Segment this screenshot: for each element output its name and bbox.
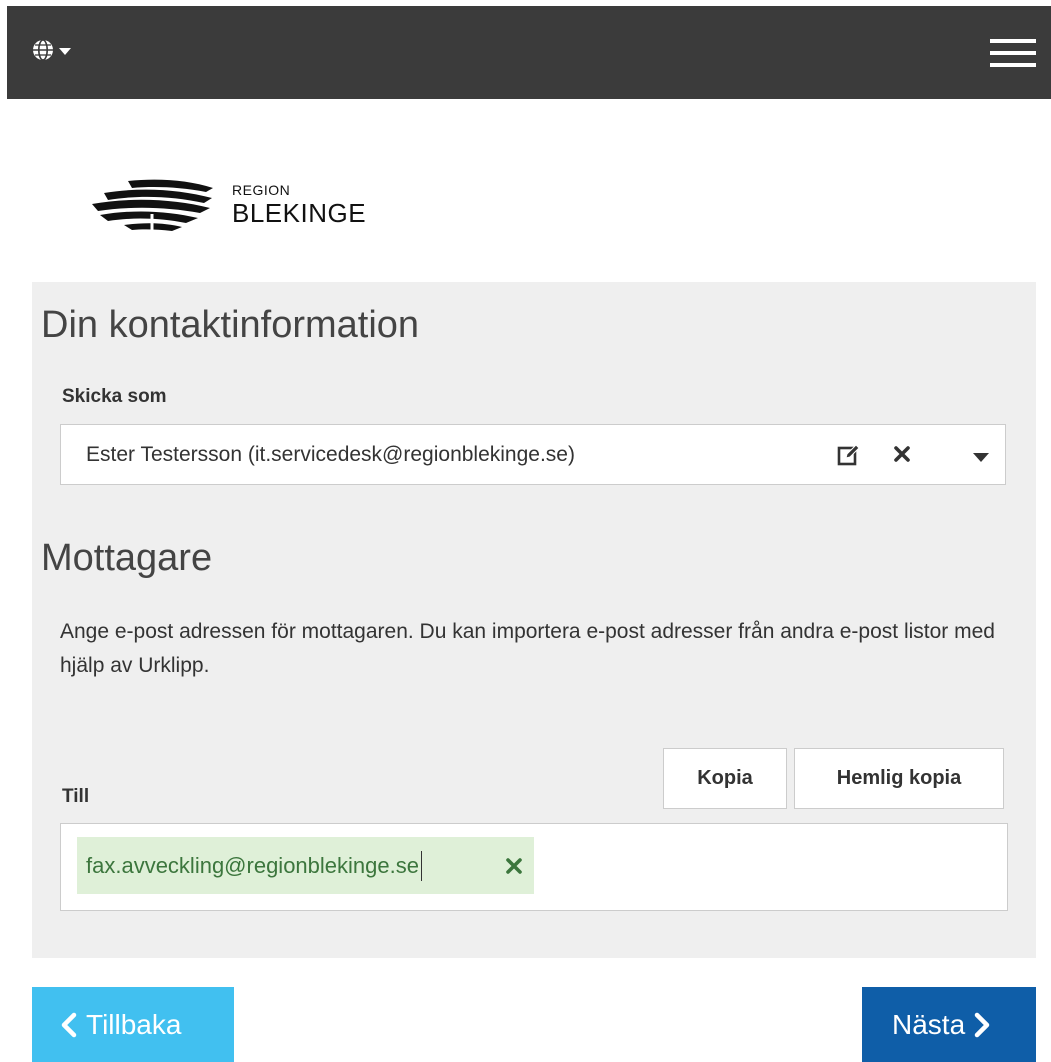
contact-heading: Din kontaktinformation [41,304,420,346]
cc-button[interactable]: Kopia [663,748,787,809]
back-button[interactable]: Tillbaka [32,987,234,1062]
recipients-heading: Mottagare [41,537,213,579]
logo-emblem-icon [92,179,213,234]
chevron-right-icon [973,1012,991,1038]
region-blekinge-logo: REGION BLEKINGE [88,178,388,238]
next-button[interactable]: Nästa [862,987,1036,1062]
caret-down-icon [58,43,72,61]
form-panel: Din kontaktinformation Skicka som Ester … [32,282,1036,958]
edit-icon[interactable] [837,443,861,472]
hamburger-menu-icon[interactable] [990,33,1036,73]
globe-icon [31,38,55,67]
recipient-chip[interactable]: fax.avveckling@regionblekinge.se [77,837,534,894]
caret-down-icon[interactable] [973,449,989,467]
logo-region-text: REGION [232,182,291,198]
bcc-button[interactable]: Hemlig kopia [794,748,1004,809]
to-label: Till [62,786,90,807]
remove-recipient-icon[interactable] [505,857,523,880]
send-as-select[interactable]: Ester Testersson (it.servicedesk@regionb… [60,424,1006,485]
logo-blekinge-text: BLEKINGE [232,198,367,228]
send-as-label: Skicka som [62,386,167,407]
recipient-chip-email: fax.avveckling@regionblekinge.se [86,852,419,878]
to-recipients-input[interactable]: fax.avveckling@regionblekinge.se [60,823,1008,911]
next-button-label: Nästa [892,1008,966,1040]
send-as-value: Ester Testersson (it.servicedesk@regionb… [86,443,575,466]
top-navigation-bar [7,6,1051,99]
recipients-description: Ange e-post adressen för mottagaren. Du … [60,620,995,677]
back-button-label: Tillbaka [86,1008,182,1040]
chevron-left-icon [60,1012,78,1038]
language-selector[interactable] [31,37,72,67]
clear-icon[interactable] [893,445,911,468]
text-cursor [420,850,422,881]
